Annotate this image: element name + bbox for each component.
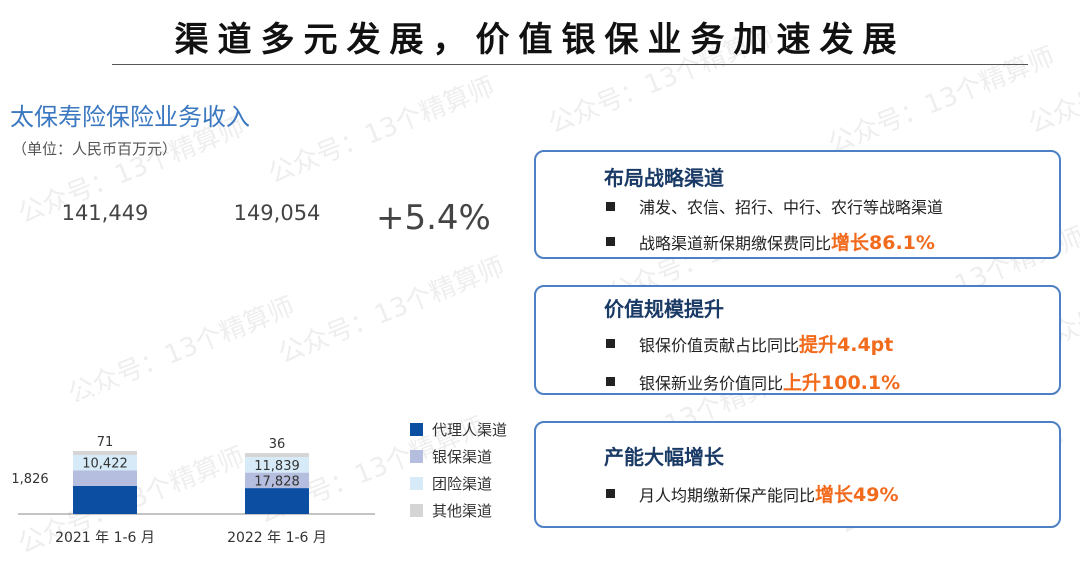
bullet-item: 战略渠道新保期缴保费同比 增长86.1%	[606, 228, 935, 255]
chart-subtitle: 太保寿险保险业务收入	[10, 103, 250, 131]
bar-segment-4	[245, 453, 309, 458]
legend-item: 其他渠道	[410, 497, 507, 524]
bullet-square-icon	[606, 489, 615, 498]
bar-value-label: 1,826	[11, 472, 48, 487]
bar-value-label: 71	[97, 435, 114, 450]
bar-total-label: 141,449	[62, 201, 149, 225]
title-divider	[112, 64, 1028, 65]
bullet-highlight: 提升4.4pt	[799, 334, 894, 356]
legend-swatch	[410, 450, 423, 463]
legend-swatch	[410, 423, 423, 436]
panel-title: 产能大幅增长	[604, 445, 724, 469]
bar-segment-2	[73, 470, 137, 486]
panel-value-scale: 价值规模提升 银保价值贡献占比同比 提升4.4pt 银保新业务价值同比 上升10…	[534, 285, 1061, 395]
bullet-square-icon	[606, 201, 615, 211]
bullet-text: 战略渠道新保期缴保费同比	[639, 233, 832, 253]
category-tick-label: 2022 年 1-6 月	[227, 530, 327, 546]
bullet-square-icon	[606, 339, 615, 348]
legend-swatch	[410, 477, 423, 490]
legend-label: 代理人渠道	[432, 421, 508, 439]
growth-label: +5.4%	[376, 198, 491, 238]
bar-value-label: 119,351	[248, 388, 306, 404]
chart-legend: 代理人渠道银保渠道团险渠道其他渠道	[410, 416, 507, 524]
bullet-square-icon	[606, 377, 615, 386]
stacked-bar-chart: 129,130 1,826 10,422 71 141,449 2021 年 1-6 月 1…	[11, 201, 375, 546]
bar-value-label: 17,828	[254, 474, 300, 489]
legend-item: 银保渠道	[410, 443, 507, 470]
bullet-highlight: 增长49%	[815, 484, 899, 506]
bullet-text: 浦发、农信、招行、中行、农行等战略渠道	[639, 198, 944, 217]
bullet-item: 月人均期缴新保产能同比 增长49%	[606, 480, 899, 507]
bar-value-label: 36	[269, 437, 286, 452]
bullet-text: 银保新业务价值同比	[639, 373, 784, 393]
legend-item: 团险渠道	[410, 470, 507, 497]
bar-segment-4	[73, 450, 137, 455]
panel-productivity: 产能大幅增长 月人均期缴新保产能同比 增长49%	[534, 421, 1061, 528]
bar-segment-1	[245, 488, 309, 514]
bullet-highlight: 上升100.1%	[783, 372, 901, 394]
bullet-square-icon	[606, 237, 615, 246]
unit-label: （单位：人民币百万元）	[12, 140, 178, 158]
legend-swatch	[410, 504, 423, 517]
bullet-text: 月人均期缴新保产能同比	[639, 485, 816, 505]
bullet-item: 银保新业务价值同比 上升100.1%	[606, 368, 900, 395]
bar-total-label: 149,054	[234, 201, 321, 225]
bar-segment-1	[73, 485, 137, 514]
bar-value-label: 11,839	[254, 459, 300, 474]
bullet-text: 银保价值贡献占比同比	[639, 335, 800, 355]
legend-label: 团险渠道	[432, 475, 493, 493]
bullet-item: 浦发、农信、招行、中行、农行等战略渠道	[606, 194, 943, 218]
panel-strategic-channels: 布局战略渠道 浦发、农信、招行、中行、农行等战略渠道 战略渠道新保期缴保费同比 …	[534, 150, 1061, 259]
legend-label: 银保渠道	[432, 448, 493, 466]
bar-value-label: 10,422	[82, 457, 128, 472]
category-tick-label: 2021 年 1-6 月	[55, 530, 155, 546]
legend-item: 代理人渠道	[410, 416, 507, 443]
legend-label: 其他渠道	[432, 502, 493, 520]
panel-title: 布局战略渠道	[604, 166, 724, 190]
bar-value-label: 129,130	[76, 388, 134, 404]
page-title: 渠道多元发展，价值银保业务加速发展	[174, 20, 906, 60]
panel-title: 价值规模提升	[604, 297, 724, 321]
bullet-highlight: 增长86.1%	[831, 232, 935, 254]
bullet-item: 银保价值贡献占比同比 提升4.4pt	[606, 330, 893, 357]
watermark-text: 公众号：13个精算师	[264, 71, 499, 190]
